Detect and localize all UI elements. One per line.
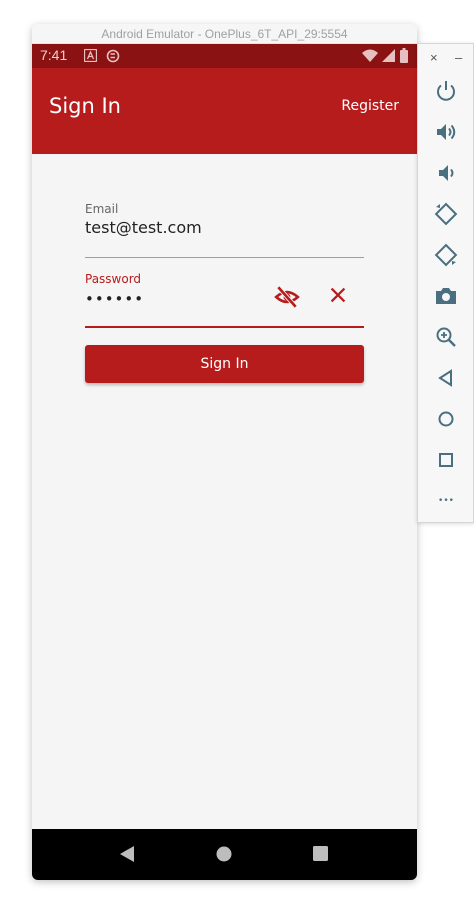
nav-recents-icon[interactable] [313, 846, 328, 861]
battery-icon [400, 48, 408, 63]
nav-home-icon[interactable] [216, 846, 232, 862]
more-icon[interactable]: ••• [434, 489, 458, 513]
email-label: Email [85, 202, 119, 216]
page-title: Sign In [49, 94, 121, 118]
password-field[interactable]: Password •••••• [85, 272, 364, 328]
wifi-icon [362, 49, 378, 62]
power-icon[interactable] [434, 79, 458, 103]
emulator-window: Android Emulator - OnePlus_6T_API_29:555… [32, 24, 417, 880]
password-input[interactable]: •••••• [85, 290, 265, 308]
register-button[interactable]: Register [341, 98, 399, 114]
sign-in-form: Email test@test.com Password •••••• Sign… [32, 154, 417, 852]
sync-icon [106, 49, 120, 63]
navigation-bar [32, 829, 417, 880]
home-icon[interactable] [434, 407, 458, 431]
visibility-off-icon[interactable] [274, 284, 300, 310]
overview-icon[interactable] [434, 448, 458, 472]
rotate-right-icon[interactable] [434, 243, 458, 267]
toolbar-minimize-button[interactable]: – [455, 50, 462, 65]
emulator-toolbar: × – ••• [417, 43, 474, 523]
nav-back-icon[interactable] [119, 845, 135, 863]
volume-down-icon[interactable] [434, 161, 458, 185]
notification-a-icon [84, 49, 97, 62]
status-time: 7:41 [40, 47, 68, 63]
sign-in-button[interactable]: Sign In [85, 345, 364, 383]
rotate-left-icon[interactable] [434, 202, 458, 226]
camera-icon[interactable] [434, 284, 458, 308]
clear-icon[interactable] [327, 284, 349, 306]
cell-signal-icon [382, 49, 395, 62]
zoom-icon[interactable] [434, 325, 458, 349]
emulator-title: Android Emulator - OnePlus_6T_API_29:555… [32, 24, 417, 44]
volume-up-icon[interactable] [434, 120, 458, 144]
app-bar: Sign In Register [32, 68, 417, 154]
toolbar-close-button[interactable]: × [430, 50, 438, 65]
email-field[interactable]: Email test@test.com [85, 202, 364, 258]
back-icon[interactable] [434, 366, 458, 390]
status-bar: 7:41 [32, 44, 417, 68]
password-label: Password [85, 272, 142, 286]
email-input[interactable]: test@test.com [85, 218, 265, 237]
